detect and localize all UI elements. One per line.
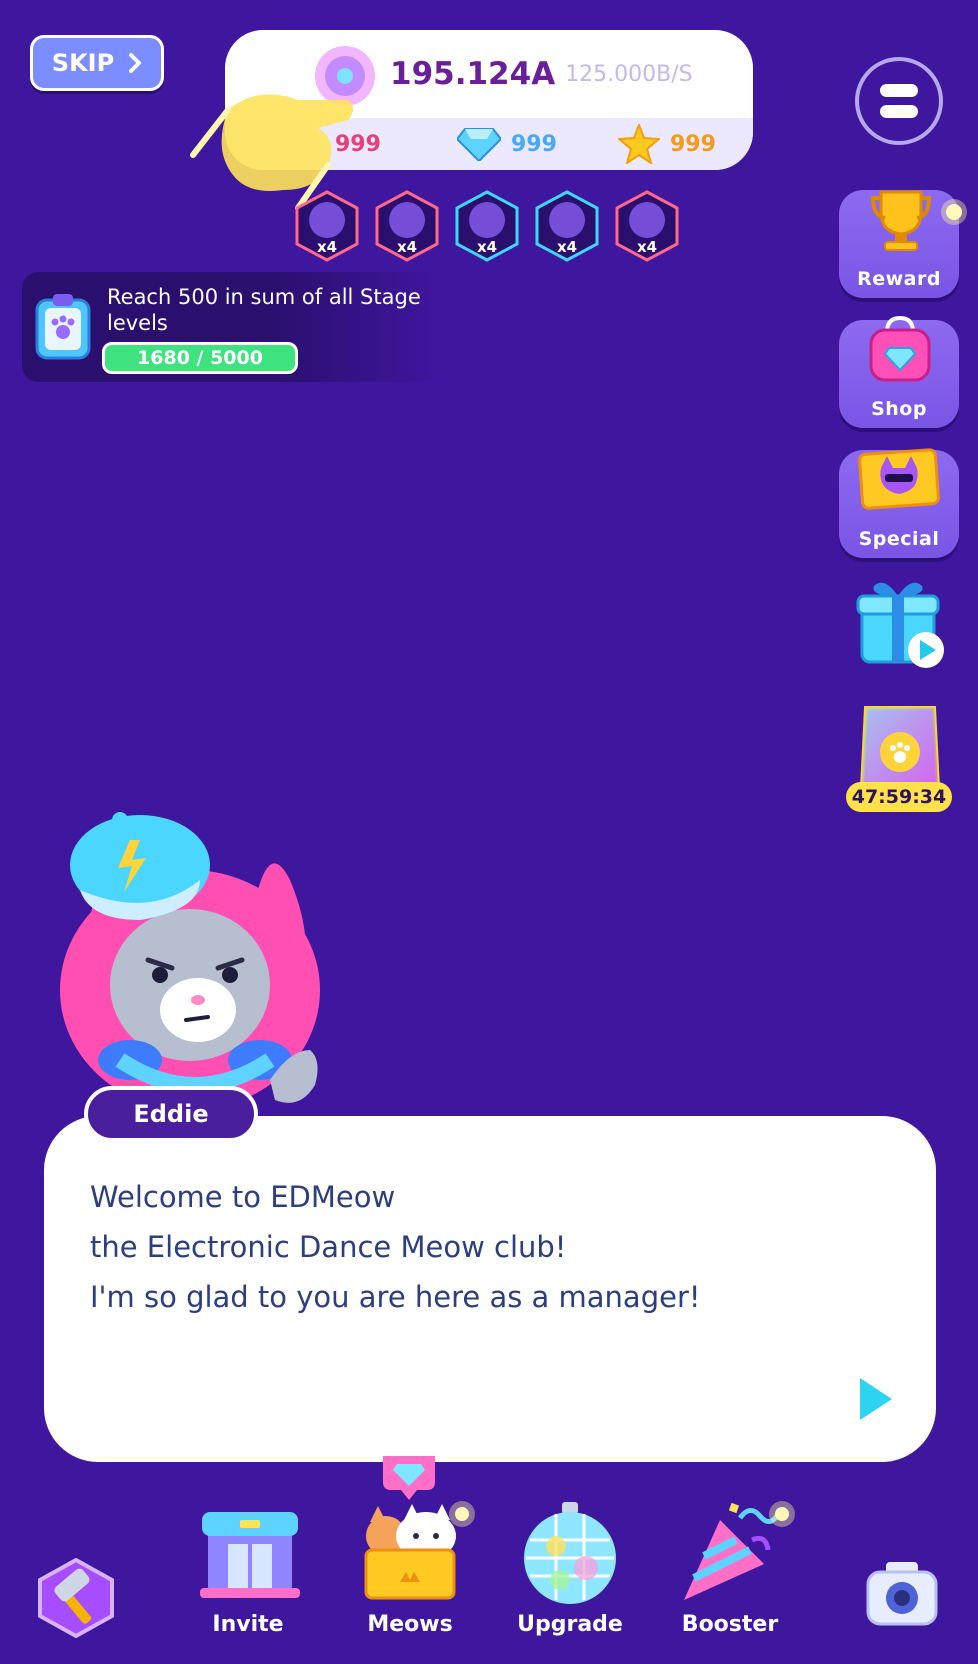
club-building-icon — [200, 1512, 300, 1598]
boost-hexagon-icon: x4 — [535, 190, 599, 262]
skip-label: SKIP — [51, 49, 115, 77]
speaker-name-tag: Eddie — [84, 1086, 258, 1142]
clipboard-paw-icon — [35, 294, 91, 360]
quest-progress-bar: 1680 / 5000 — [102, 342, 298, 374]
trophy-icon — [871, 190, 931, 251]
sparkle-icon — [769, 1501, 795, 1527]
next-arrow-icon[interactable] — [858, 1376, 894, 1422]
star-icon — [618, 124, 660, 164]
boost-multiplier: x4 — [557, 238, 577, 256]
boost-badge[interactable]: x4 — [614, 190, 680, 262]
boost-multiplier: x4 — [637, 238, 657, 256]
cat-box-icon — [364, 1504, 456, 1600]
boost-badge[interactable]: x4 — [374, 190, 440, 262]
quest-description: Reach 500 in sum of all Stage levels — [107, 285, 421, 335]
invite-button[interactable]: Invite — [178, 1500, 318, 1640]
shop-label: Shop — [871, 398, 927, 420]
star-value: 999 — [670, 131, 716, 157]
menu-bar-icon — [880, 84, 918, 97]
shopping-bag-icon — [869, 315, 931, 382]
boost-hexagon-icon: x4 — [615, 190, 679, 262]
boost-badge[interactable]: x4 — [294, 190, 360, 262]
dialog-line-1: Welcome to EDMeow — [90, 1180, 396, 1214]
gem-notification-icon — [383, 1456, 435, 1500]
bag-timer: 47:59:34 — [846, 782, 952, 812]
boost-badge[interactable]: x4 — [534, 190, 600, 262]
quest-progress-text: 1680 / 5000 — [137, 347, 263, 369]
build-hammer-icon[interactable] — [36, 1558, 116, 1638]
special-button[interactable]: Special — [839, 448, 959, 558]
camera-icon[interactable] — [866, 1560, 938, 1626]
special-label: Special — [858, 528, 940, 550]
boost-hexagon-icon: x4 — [295, 190, 359, 262]
boost-hexagon-icon: x4 — [375, 190, 439, 262]
boost-multiplier: x4 — [397, 238, 417, 256]
gem-counter: 999 — [457, 127, 557, 161]
star-counter: 999 — [618, 124, 716, 164]
upgrade-label: Upgrade — [517, 1612, 623, 1637]
menu-button[interactable] — [855, 57, 943, 145]
boost-hexagon-icon: x4 — [455, 190, 519, 262]
boost-multiplier: x4 — [477, 238, 497, 256]
reward-label: Reward — [857, 268, 941, 290]
sparkle-icon — [941, 199, 967, 225]
disco-ball-icon — [524, 1502, 616, 1604]
boost-multiplier: x4 — [317, 238, 337, 256]
upgrade-button[interactable]: Upgrade — [500, 1500, 640, 1640]
menu-bar-icon — [880, 105, 918, 118]
meows-label: Meows — [367, 1612, 453, 1637]
income-rate: 125.000B/S — [565, 61, 693, 87]
video-gift-icon[interactable] — [854, 574, 950, 670]
booster-label: Booster — [681, 1612, 779, 1637]
chevron-right-icon — [129, 53, 142, 73]
dialog-line-3: I'm so glad to you are here as a manager… — [90, 1280, 701, 1314]
boost-badge[interactable]: x4 — [454, 190, 520, 262]
invite-label: Invite — [212, 1612, 284, 1637]
shop-button[interactable]: Shop — [839, 315, 959, 428]
main-currency-value: 195.124A — [390, 56, 556, 92]
eddie-character — [60, 812, 320, 1110]
dialog-line-2: the Electronic Dance Meow club! — [90, 1230, 567, 1264]
cat-ticket-icon — [858, 448, 940, 510]
sparkle-icon — [449, 1501, 475, 1527]
skip-button[interactable]: SKIP — [30, 35, 164, 91]
gem-value: 999 — [511, 131, 557, 157]
gem-icon — [457, 128, 501, 161]
